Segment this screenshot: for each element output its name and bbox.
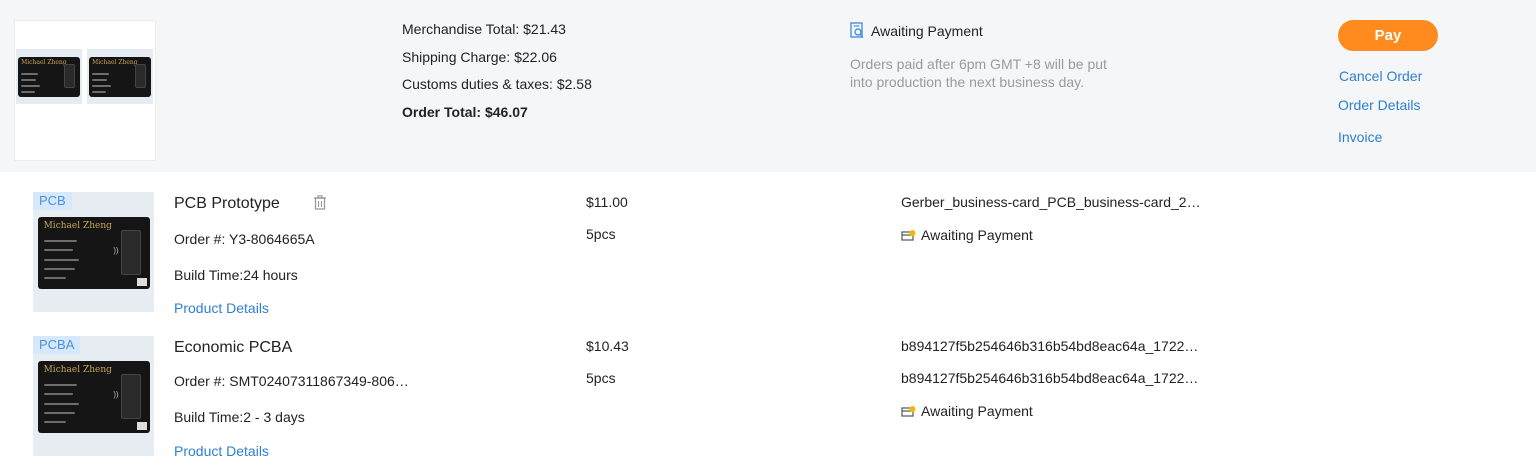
pay-button[interactable]: Pay: [1338, 20, 1438, 51]
cancel-order-link[interactable]: Cancel Order: [1339, 68, 1422, 84]
item-file-name[interactable]: Gerber_business-card_PCB_business-card_2…: [901, 194, 1201, 210]
item-price: $10.43: [586, 338, 629, 354]
item-status: Awaiting Payment: [901, 403, 1033, 419]
item-quantity: 5pcs: [586, 370, 616, 386]
trash-icon[interactable]: [313, 195, 327, 210]
item-file-name-2[interactable]: b894127f5b254646b316b54bd8eac64a_1722…: [901, 370, 1198, 386]
item-file-name[interactable]: b894127f5b254646b316b54bd8eac64a_1722…: [901, 338, 1198, 354]
order-totals: Merchandise Total: $21.43 Shipping Charg…: [402, 20, 592, 130]
item-status-text: Awaiting Payment: [921, 403, 1033, 419]
order-thumbnail-1[interactable]: Michael Zheng: [16, 49, 82, 104]
business-card-image: Michael Zheng: [89, 56, 151, 97]
business-card-image: Michael Zheng: [18, 56, 80, 97]
item-status-text: Awaiting Payment: [921, 227, 1033, 243]
item-order-number: Order #: SMT02407311867349-806…: [174, 373, 409, 389]
order-thumbnail-2[interactable]: Michael Zheng: [87, 49, 153, 104]
item-build-time: Build Time:24 hours: [174, 267, 298, 283]
order-status-text: Awaiting Payment: [871, 22, 983, 39]
product-details-link[interactable]: Product Details: [174, 300, 269, 316]
card-name-text: Michael Zheng: [21, 58, 67, 66]
item-price: $11.00: [586, 194, 628, 210]
awaiting-payment-icon: [901, 405, 916, 417]
item-order-number: Order #: Y3-8064665A: [174, 231, 315, 247]
order-status: Awaiting Payment: [850, 22, 983, 39]
business-card-image: Michael Zheng )): [38, 361, 150, 433]
item-quantity: 5pcs: [586, 226, 616, 242]
card-name-text: Michael Zheng: [43, 365, 112, 376]
product-details-link[interactable]: Product Details: [174, 443, 269, 459]
order-details-link[interactable]: Order Details: [1338, 97, 1420, 113]
item-status: Awaiting Payment: [901, 227, 1033, 243]
card-name-text: Michael Zheng: [92, 58, 138, 66]
item-title: PCB Prototype: [174, 195, 280, 212]
item-build-time: Build Time:2 - 3 days: [174, 409, 305, 425]
card-name-text: Michael Zheng: [43, 221, 112, 232]
item-type-tag: PCB: [33, 192, 72, 210]
shipping-charge: Shipping Charge: $22.06: [402, 48, 557, 65]
item-thumbnail[interactable]: PCB Michael Zheng )): [33, 192, 154, 312]
merchandise-total: Merchandise Total: $21.43: [402, 21, 566, 37]
item-title: Economic PCBA: [174, 339, 293, 356]
awaiting-payment-icon: [850, 22, 864, 38]
awaiting-payment-icon: [901, 229, 916, 241]
business-card-image: Michael Zheng )): [38, 217, 150, 289]
customs-duties: Customs duties & taxes: $2.58: [402, 76, 592, 92]
invoice-link[interactable]: Invoice: [1338, 129, 1382, 145]
order-summary-panel: Michael Zheng Michael Zheng Merchandise …: [0, 0, 1536, 172]
item-thumbnail[interactable]: PCBA Michael Zheng )): [33, 336, 154, 456]
item-type-tag: PCBA: [33, 336, 81, 354]
order-total: Order Total: $46.07: [402, 103, 528, 120]
production-note: Orders paid after 6pm GMT +8 will be put…: [850, 56, 1107, 90]
